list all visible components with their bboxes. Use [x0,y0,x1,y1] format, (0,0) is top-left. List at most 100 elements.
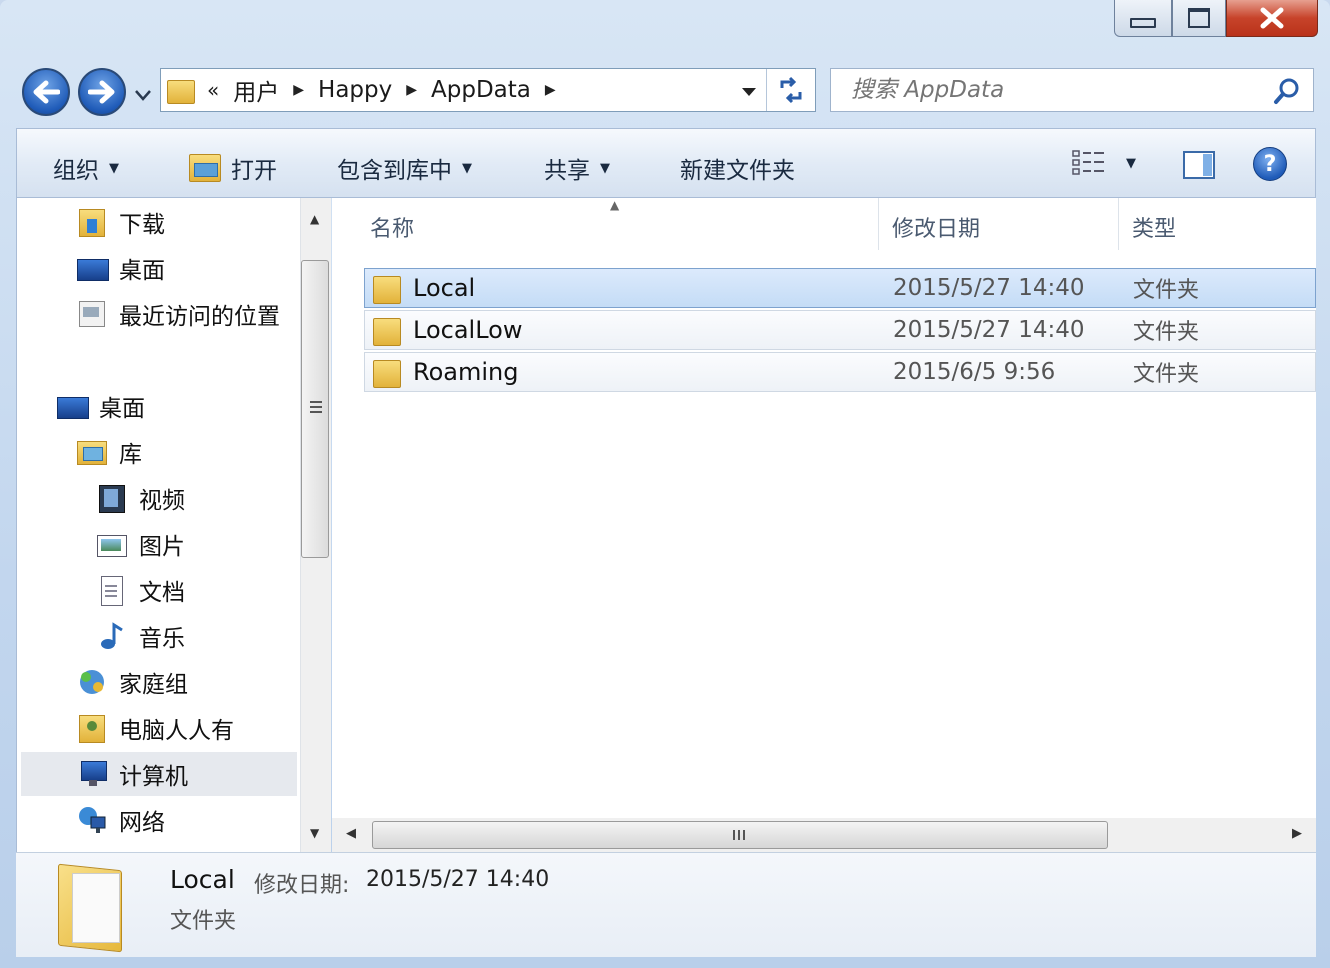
search-box[interactable] [830,68,1314,112]
file-name: Local [413,274,476,302]
new-folder-button[interactable]: 新建文件夹 [680,151,795,185]
breadcrumb-arrow-icon[interactable]: ▶ [406,82,417,98]
address-dropdown[interactable] [741,83,757,102]
open-label: 打开 [231,158,277,184]
sidebar-item-downloads[interactable]: 下载 [77,202,165,242]
address-bar[interactable]: « 用户 ▶ Happy ▶ AppData ▶ [160,68,816,112]
minimize-button[interactable] [1114,0,1172,37]
preview-pane-button[interactable] [1183,151,1215,179]
caption-buttons [1114,0,1318,38]
include-in-library-menu[interactable]: 包含到库中 ▼ [337,151,472,185]
sidebar-item-computer[interactable]: 计算机 [21,752,297,796]
arrow-left-icon [33,80,60,104]
breadcrumb-item[interactable]: Happy [318,77,392,103]
sidebar-item-label: 电脑人人有 [119,718,234,744]
close-icon [1260,7,1284,29]
file-row[interactable]: Local 2015/5/27 14:40 文件夹 [364,268,1316,308]
back-button[interactable] [22,68,70,116]
breadcrumb-item[interactable]: 用户 [233,73,279,107]
column-header-label: 修改日期 [892,217,981,242]
sidebar-item-label: 计算机 [119,764,188,790]
open-button[interactable]: 打开 [189,151,277,185]
help-icon: ? [1253,147,1287,181]
horizontal-scrollbar[interactable]: ◀ ▶ [332,818,1316,852]
file-row[interactable]: Roaming 2015/6/5 9:56 文件夹 [364,352,1316,392]
details-file-name: Local [170,865,235,894]
search-icon[interactable] [1273,77,1301,105]
help-button[interactable]: ? [1253,147,1287,181]
recent-pages-dropdown[interactable] [134,86,152,105]
sidebar-item-desktop[interactable]: 桌面 [57,386,145,426]
include-in-library-label: 包含到库中 [337,158,452,184]
column-header-type[interactable]: 类型 [1132,198,1312,256]
maximize-button[interactable] [1172,0,1226,37]
view-options-button[interactable]: ▼ [1072,149,1136,177]
chevron-down-icon [742,88,756,96]
sidebar-item-videos[interactable]: 视频 [97,478,185,518]
sidebar-item-label: 音乐 [139,626,185,652]
file-row[interactable]: LocalLow 2015/5/27 14:40 文件夹 [364,310,1316,350]
sidebar-item-pictures[interactable]: 图片 [97,524,185,564]
document-icon [97,575,127,606]
sidebar-item-label: 网络 [119,810,165,836]
network-icon [77,805,107,835]
sidebar-item-label: 桌面 [99,396,145,422]
sidebar-item-user[interactable]: 电脑人人有 [77,708,234,748]
breadcrumb-item[interactable]: AppData [431,77,531,103]
scroll-left-icon[interactable]: ◀ [346,826,356,841]
navigation-pane-scrollbar[interactable]: ▲ ▼ [300,198,331,852]
scroll-up-icon[interactable]: ▲ [310,212,319,226]
sidebar-item-libraries[interactable]: 库 [77,432,142,472]
pictures-icon [97,529,127,559]
breadcrumb-overflow[interactable]: « [207,78,219,102]
breadcrumb-arrow-icon[interactable]: ▶ [545,82,556,98]
user-folder-icon [77,713,107,743]
forward-button[interactable] [78,68,126,116]
sidebar-item-recent-places[interactable]: 最近访问的位置 [77,294,280,334]
file-modified: 2015/5/27 14:40 [893,317,1085,343]
music-note-icon [97,621,127,651]
refresh-button[interactable] [766,69,815,111]
folder-icon [373,360,401,388]
search-input[interactable] [849,76,1253,104]
minimize-icon [1130,18,1156,28]
sidebar-item-label: 桌面 [119,258,165,284]
sidebar-item-label: 最近访问的位置 [119,304,280,330]
explorer-window: « 用户 ▶ Happy ▶ AppData ▶ 组织 ▼ [0,0,1330,968]
column-header-modified[interactable]: 修改日期 [892,198,1112,256]
organize-menu[interactable]: 组织 ▼ [53,151,119,185]
folder-large-icon [58,859,128,953]
sidebar-item-documents[interactable]: 文档 [97,570,185,610]
scroll-right-icon[interactable]: ▶ [1292,826,1302,841]
refresh-icon [780,76,802,104]
chevron-down-icon: ▼ [600,160,610,176]
scrollbar-thumb[interactable] [301,260,329,558]
arrow-right-icon [88,80,115,104]
sidebar-item-network[interactable]: 网络 [77,800,165,840]
column-header-name[interactable]: 名称 [370,198,870,256]
scroll-down-icon[interactable]: ▼ [310,826,319,840]
library-icon [77,437,107,467]
file-name: Roaming [413,358,519,386]
sidebar-item-label: 图片 [139,534,185,560]
computer-icon [77,759,107,789]
sidebar-item-desktop-fav[interactable]: 桌面 [77,248,165,288]
file-modified: 2015/6/5 9:56 [893,359,1056,385]
share-menu[interactable]: 共享 ▼ [544,151,610,185]
file-type: 文件夹 [1133,320,1200,345]
column-header-label: 类型 [1132,217,1177,242]
chevron-down-icon: ▼ [109,160,119,176]
column-divider[interactable] [1118,198,1119,250]
scrollbar-thumb[interactable] [372,821,1108,849]
sidebar-item-music[interactable]: 音乐 [97,616,185,656]
sidebar-item-label: 库 [119,442,142,468]
grip-icon [310,401,322,403]
desktop-icon [77,253,109,283]
breadcrumb-arrow-icon[interactable]: ▶ [293,82,304,98]
column-divider[interactable] [878,198,879,250]
sidebar-item-homegroup[interactable]: 家庭组 [77,662,188,702]
column-header-label: 名称 [370,217,415,242]
grip-icon [733,830,735,840]
close-button[interactable] [1226,0,1318,37]
folder-icon [167,78,195,104]
